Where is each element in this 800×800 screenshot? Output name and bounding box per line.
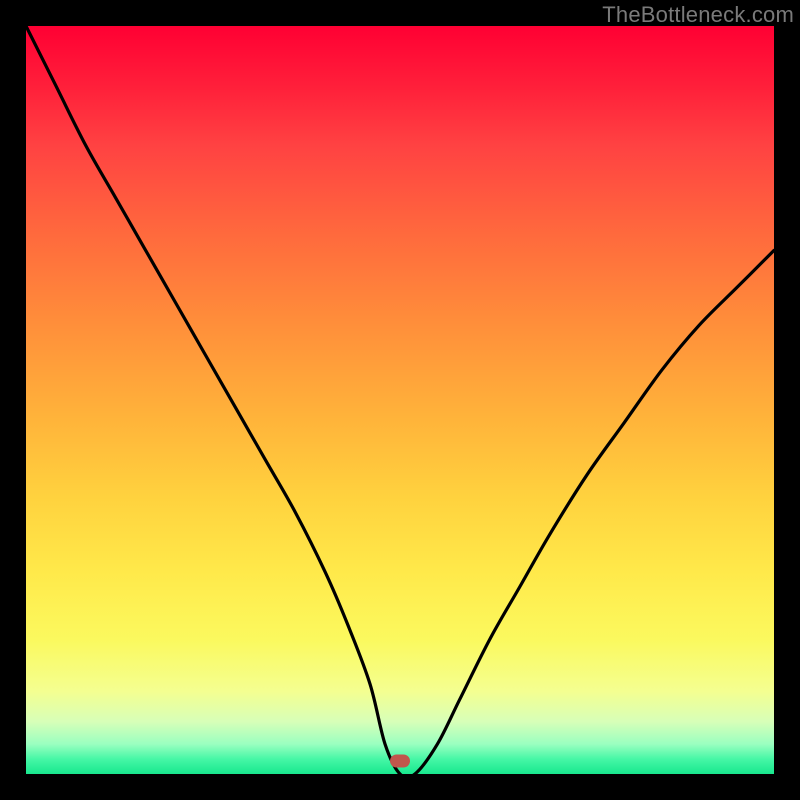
optimum-marker — [390, 754, 410, 767]
bottleneck-curve — [26, 26, 774, 774]
chart-frame: TheBottleneck.com — [0, 0, 800, 800]
watermark-text: TheBottleneck.com — [602, 2, 794, 28]
plot-area — [26, 26, 774, 774]
